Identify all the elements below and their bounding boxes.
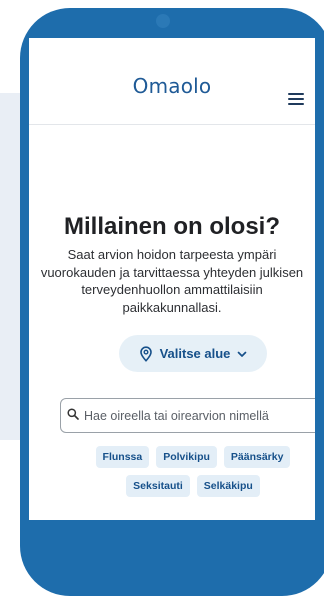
menu-bar	[288, 103, 304, 105]
site-header: Omaolo	[29, 38, 315, 125]
chip-seksitauti[interactable]: Seksitauti	[126, 475, 190, 497]
menu-bar	[288, 98, 304, 100]
omaolo-logo[interactable]: Omaolo	[29, 74, 315, 98]
select-region-button[interactable]: Valitse alue	[119, 335, 267, 372]
chip-polvikipu[interactable]: Polvikipu	[156, 446, 217, 468]
chip-selkakipu[interactable]: Selkäkipu	[196, 475, 260, 497]
search-input[interactable]	[82, 407, 315, 424]
location-pin-icon	[139, 345, 153, 362]
popular-symptom-chips: Flunssa Polvikipu Päänsärky Seksitauti S…	[68, 446, 315, 497]
hamburger-menu-icon[interactable]	[288, 93, 304, 105]
camera-dot	[156, 14, 170, 28]
phone-frame: Omaolo Millainen on olosi? Saat arvion h…	[20, 8, 324, 596]
symptom-search-field[interactable]	[60, 398, 315, 433]
search-icon	[67, 407, 79, 425]
select-region-label: Valitse alue	[159, 346, 231, 361]
chip-paansarky[interactable]: Päänsärky	[223, 446, 291, 468]
chip-flunssa[interactable]: Flunssa	[95, 446, 150, 468]
page-description: Saat arvion hoidon tarpeesta ympäri vuor…	[40, 247, 304, 315]
menu-bar	[288, 93, 304, 95]
phone-screen: Omaolo Millainen on olosi? Saat arvion h…	[29, 38, 315, 520]
chevron-down-icon	[237, 346, 247, 361]
page-title: Millainen on olosi?	[64, 213, 280, 240]
